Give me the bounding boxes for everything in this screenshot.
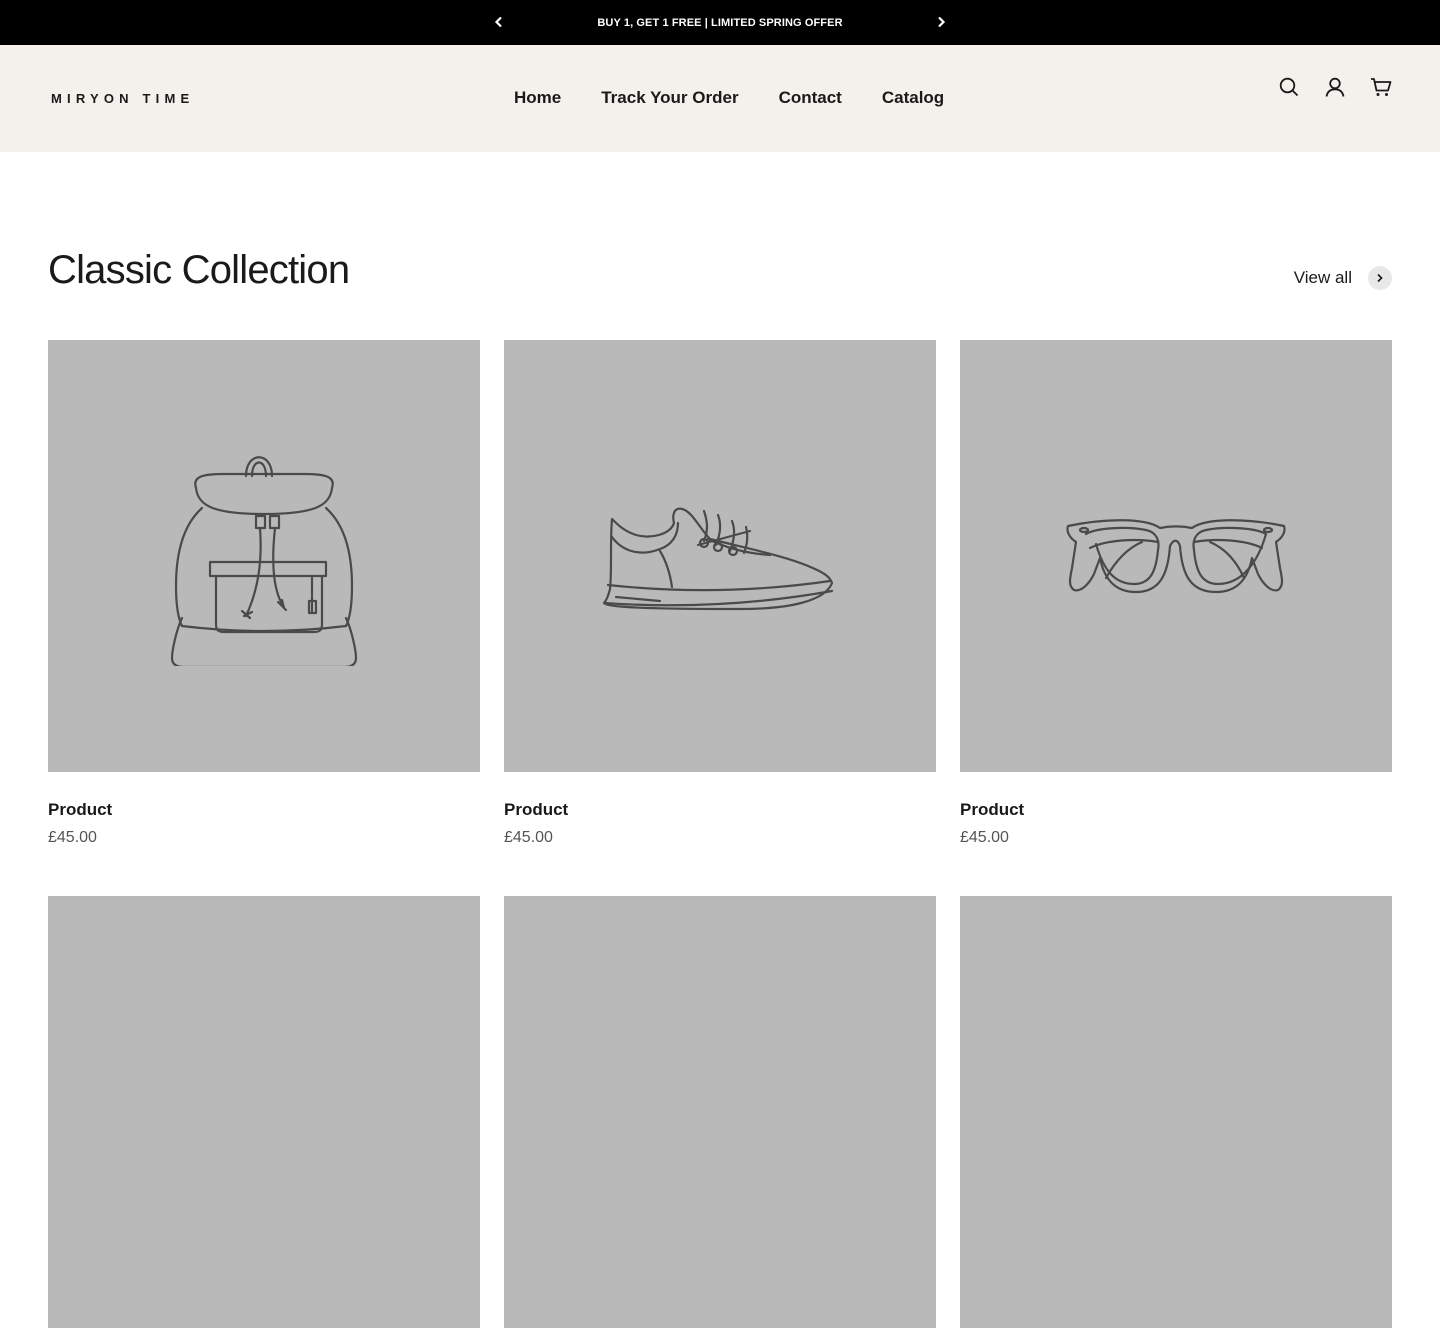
chevron-left-icon — [494, 16, 502, 28]
product-price: £45.00 — [960, 829, 1009, 846]
site-header: MIRYON TIME Home Track Your Order Contac… — [0, 45, 1440, 152]
section-title: Classic Collection — [48, 248, 350, 292]
view-all-link[interactable]: View all — [1294, 266, 1392, 290]
product-name[interactable]: Product — [48, 800, 480, 820]
view-all-circle — [1368, 266, 1392, 290]
product-image[interactable] — [48, 896, 480, 1328]
product-image[interactable] — [960, 896, 1392, 1328]
search-button[interactable] — [1278, 76, 1300, 98]
cart-button[interactable] — [1370, 76, 1392, 98]
cart-icon — [1371, 78, 1392, 96]
product-name[interactable]: Product — [504, 800, 936, 820]
announcement-bar: BUY 1, GET 1 FREE | LIMITED SPRING OFFER — [0, 0, 1440, 45]
sunglasses-icon — [1066, 519, 1286, 594]
main-nav: Home Track Your Order Contact Catalog — [514, 88, 944, 108]
product-grid-row-2 — [48, 896, 1392, 1328]
announcement-message: BUY 1, GET 1 FREE | LIMITED SPRING OFFER — [597, 16, 843, 29]
product-card[interactable]: Product £45.00 — [504, 340, 936, 847]
view-all-label: View all — [1293, 268, 1352, 287]
nav-contact[interactable]: Contact — [779, 88, 842, 108]
product-image[interactable] — [504, 896, 936, 1328]
chevron-right-icon — [938, 16, 946, 28]
product-price: £45.00 — [504, 829, 553, 846]
nav-catalog[interactable]: Catalog — [882, 88, 944, 108]
product-image[interactable] — [48, 340, 480, 772]
product-image[interactable] — [960, 340, 1392, 772]
product-card[interactable]: Product £45.00 — [960, 340, 1392, 847]
header-actions — [1278, 76, 1392, 98]
nav-home[interactable]: Home — [514, 88, 561, 108]
product-name[interactable]: Product — [960, 800, 1392, 820]
account-icon — [1325, 77, 1345, 97]
collection-section: Classic Collection View all Product £45.… — [0, 152, 1440, 1328]
product-price: £45.00 — [48, 829, 97, 846]
announcement-prev-button[interactable] — [489, 12, 509, 32]
nav-track-order[interactable]: Track Your Order — [601, 88, 738, 108]
site-logo[interactable]: MIRYON TIME — [51, 91, 194, 106]
sneaker-icon — [602, 507, 834, 611]
product-card[interactable]: Product £45.00 — [48, 340, 480, 847]
announcement-next-button[interactable] — [931, 12, 951, 32]
product-image[interactable] — [504, 340, 936, 772]
chevron-right-icon — [1377, 273, 1383, 283]
search-icon — [1279, 77, 1299, 97]
product-grid: Product £45.00 Product £45.00 Product £4… — [48, 340, 1392, 847]
backpack-icon — [170, 456, 358, 666]
account-button[interactable] — [1324, 76, 1346, 98]
